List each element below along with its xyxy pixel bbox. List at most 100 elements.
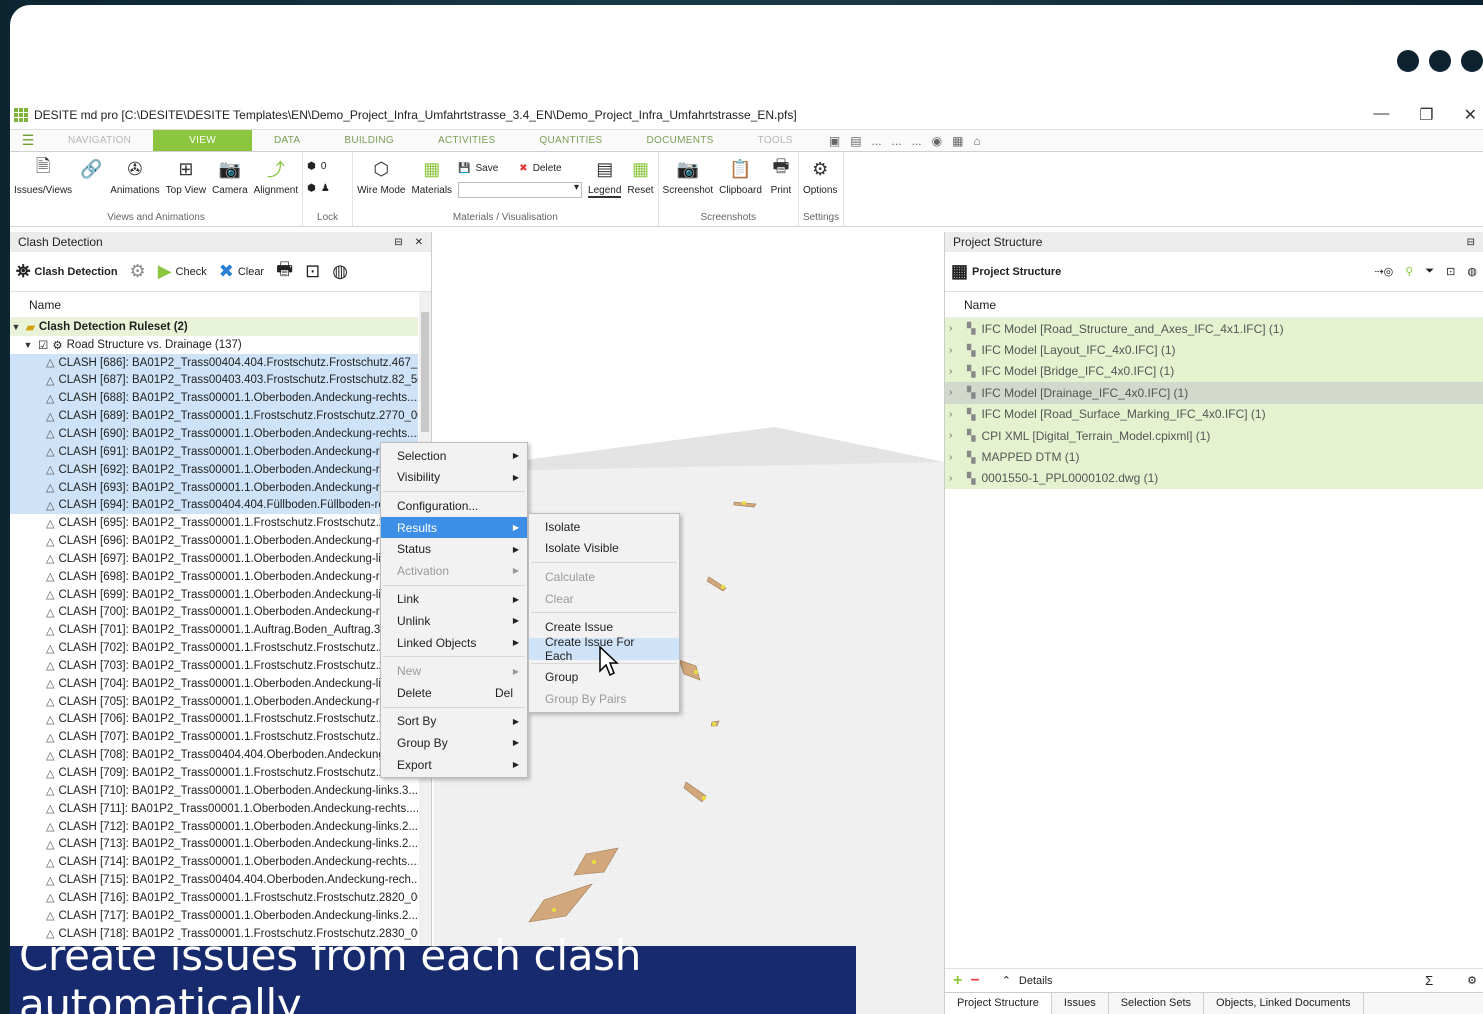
project-row[interactable]: › ▚ IFC Model [Road_Structure_and_Axes_IFC…	[945, 318, 1483, 340]
settings-gear-icon[interactable]: ⚙	[130, 261, 146, 282]
tab-view[interactable]: VIEW	[153, 130, 252, 151]
clash-row[interactable]: △ CLASH [687]: BA01P2_Trass00403.403.Fros…	[10, 371, 418, 390]
filter-icon[interactable]: ⏷	[1425, 265, 1434, 278]
clash-row[interactable]: △ CLASH [689]: BA01P2_Trass00001.1.Frosts…	[10, 407, 418, 426]
clash-row[interactable]: △ CLASH [690]: BA01P2_Trass00001.1.Oberbo…	[10, 425, 418, 443]
clash-row[interactable]: △ CLASH [704]: BA01P2_Trass00001.1.Oberbo…	[10, 675, 418, 693]
clear-button[interactable]: ✖ Clear	[219, 261, 264, 282]
home-icon[interactable]: ⌂	[973, 134, 980, 148]
chevron-up-icon[interactable]: ⌃	[1002, 974, 1011, 987]
menu-item-results[interactable]: Results ▶	[381, 516, 527, 539]
clipboard-button[interactable]: 📋 Clipboard	[719, 156, 762, 197]
menu-item-isolate[interactable]: Isolate	[529, 516, 679, 538]
rule-row[interactable]: ▼ ☑ ⚙ Road Structure vs. Drainage (137)	[10, 336, 418, 354]
clash-row[interactable]: △ CLASH [698]: BA01P2_Trass00001.1.Oberbo…	[10, 568, 418, 586]
menu-item-group-by[interactable]: Group By ▶	[381, 732, 527, 754]
tab-building[interactable]: BUILDING	[322, 130, 416, 151]
menu-item-new[interactable]: New ▶	[381, 660, 527, 682]
menu-item-group-by-pairs[interactable]: Group By Pairs	[529, 688, 679, 710]
project-row[interactable]: › ▚ 0001550-1_PPL0000102.dwg (1)	[945, 467, 1483, 490]
clash-row[interactable]: △ CLASH [703]: BA01P2_Trass00001.1.Frosts…	[10, 657, 418, 675]
clash-row[interactable]: △ CLASH [708]: BA01P2_Trass00404.404.Ober…	[10, 746, 418, 764]
project-row[interactable]: › ▚ CPI XML [Digital_Terrain_Model.cpixml]…	[945, 424, 1483, 447]
menu-item-unlink[interactable]: Unlink ▶	[381, 610, 527, 632]
lock-cubes-icon[interactable]: ⬢	[307, 161, 316, 172]
expand-icon[interactable]: ›	[949, 409, 961, 420]
collapse-icon[interactable]: ▼	[10, 322, 22, 332]
clash-row[interactable]: △ CLASH [715]: BA01P2_Trass00404.404.Ober…	[10, 871, 418, 889]
menu-item-link[interactable]: Link ▶	[381, 589, 527, 611]
globe-icon[interactable]: ◍	[1467, 265, 1477, 278]
clash-row[interactable]: △ CLASH [714]: BA01P2_Trass00001.1.Oberbo…	[10, 853, 418, 871]
expand-icon[interactable]: ›	[949, 345, 961, 356]
camera-button[interactable]: 📷 Camera	[212, 156, 248, 197]
clash-row[interactable]: △ CLASH [705]: BA01P2_Trass00001.1.Oberbo…	[10, 693, 418, 711]
pin-icon[interactable]: ⊟	[1467, 237, 1475, 248]
tab-issues[interactable]: Issues	[1052, 993, 1109, 1014]
tab-data[interactable]: DATA	[252, 130, 322, 151]
project-column-name[interactable]: Name	[945, 292, 1483, 318]
project-row[interactable]: › ▚ MAPPED DTM (1)	[945, 446, 1483, 468]
menu-item-linked-objects[interactable]: Linked Objects ▶	[381, 632, 527, 654]
material-combo[interactable]	[458, 182, 583, 198]
clash-row[interactable]: △ CLASH [713]: BA01P2_Trass00001.1.Oberbo…	[10, 835, 418, 853]
animations-button[interactable]: ✇ Animations	[110, 156, 159, 197]
menu-item-clear[interactable]: Clear	[529, 588, 679, 610]
tab-objects-linked-documents[interactable]: Objects, Linked Documents	[1204, 993, 1364, 1014]
menu-item-selection[interactable]: Selection ▶	[381, 445, 527, 467]
clash-row[interactable]: △ CLASH [697]: BA01P2_Trass00001.1.Oberbo…	[10, 550, 418, 568]
expand-icon[interactable]: ›	[949, 387, 961, 398]
eye-icon[interactable]: ◉	[932, 134, 942, 148]
tab-tools[interactable]: TOOLS	[736, 130, 815, 151]
menu-item-isolate-visible[interactable]: Isolate Visible	[529, 538, 679, 560]
tab-selection-sets[interactable]: Selection Sets	[1109, 993, 1205, 1014]
menu-icon[interactable]: ☰	[10, 130, 46, 151]
issues-views-button[interactable]: 🗎 Issues/Views	[14, 156, 72, 196]
clash-row[interactable]: △ CLASH [711]: BA01P2_Trass00001.1.Oberbo…	[10, 800, 418, 818]
save-button[interactable]: Save	[476, 163, 499, 174]
clash-row[interactable]: △ CLASH [701]: BA01P2_Trass00001.1.Auftra…	[10, 621, 418, 639]
clash-row[interactable]: △ CLASH [717]: BA01P2_Trass00001.1.Oberbo…	[10, 907, 418, 925]
menu-item-activation[interactable]: Activation ▶	[381, 560, 527, 582]
alignment-button[interactable]: ⤴ Alignment	[254, 156, 298, 196]
menu-item-configuration[interactable]: Configuration...	[381, 495, 527, 517]
clash-row[interactable]: △ CLASH [692]: BA01P2_Trass00001.1.Oberbo…	[10, 460, 418, 479]
pin-green-icon[interactable]: ⚲	[1405, 265, 1413, 278]
close-button[interactable]: ✕	[1464, 105, 1477, 125]
expand-icon[interactable]: ›	[949, 430, 961, 441]
minus-icon[interactable]: −	[970, 972, 979, 990]
clash-row[interactable]: △ CLASH [707]: BA01P2_Trass00001.1.Frosts…	[10, 728, 418, 746]
find-icon[interactable]: ⊡	[305, 261, 320, 282]
minimize-button[interactable]: —	[1373, 105, 1389, 125]
find-icon[interactable]: ⊡	[1446, 265, 1455, 278]
printer-icon[interactable]: 🖶	[276, 257, 293, 287]
clash-row[interactable]: △ CLASH [700]: BA01P2_Trass00001.1.Oberbo…	[10, 604, 418, 622]
clash-row[interactable]: △ CLASH [716]: BA01P2_Trass00001.1.Frosts…	[10, 889, 418, 907]
reset-button[interactable]: ▦ Reset	[627, 156, 653, 197]
clash-row[interactable]: △ CLASH [702]: BA01P2_Trass00001.1.Frosts…	[10, 639, 418, 657]
tab-quantities[interactable]: QUANTITIES	[517, 130, 624, 151]
materials-button[interactable]: ▦ Materials	[411, 156, 452, 197]
ruleset-row[interactable]: ▼ ▰ Clash Detection Ruleset (2)	[10, 318, 418, 336]
menu-item-calculate[interactable]: Calculate	[529, 566, 679, 588]
tab-navigation[interactable]: NAVIGATION	[46, 130, 153, 151]
options-button[interactable]: ⚙ Options	[803, 156, 837, 197]
clash-row[interactable]: △ CLASH [699]: BA01P2_Trass00001.1.Oberbo…	[10, 586, 418, 604]
check-button[interactable]: ▶ Check	[158, 261, 207, 282]
monitor-icon[interactable]: ▤	[850, 134, 861, 148]
wire-mode-button[interactable]: ⬡ Wire Mode	[357, 156, 405, 197]
tab-activities[interactable]: ACTIVITIES	[416, 130, 517, 151]
collapse-icon[interactable]: ▼	[22, 340, 34, 350]
project-row[interactable]: › ▚ IFC Model [Bridge_IFC_4x0.IFC] (1)	[945, 360, 1483, 383]
clash-row[interactable]: △ CLASH [693]: BA01P2_Trass00001.1.Oberbo…	[10, 478, 418, 497]
expand-icon[interactable]: ›	[949, 323, 961, 334]
close-panel-icon[interactable]: ✕	[415, 237, 423, 248]
menu-item-visibility[interactable]: Visibility ▶	[381, 467, 527, 489]
clash-row[interactable]: △ CLASH [710]: BA01P2_Trass00001.1.Oberbo…	[10, 782, 418, 800]
venn-icon[interactable]: ⇢◎	[1374, 265, 1393, 278]
list-icon[interactable]: ▦	[952, 134, 963, 148]
column-header-name[interactable]: Name	[10, 292, 431, 318]
expand-icon[interactable]: ›	[949, 452, 961, 463]
more-2[interactable]: ...	[892, 134, 902, 148]
more-1[interactable]: ...	[872, 134, 882, 148]
